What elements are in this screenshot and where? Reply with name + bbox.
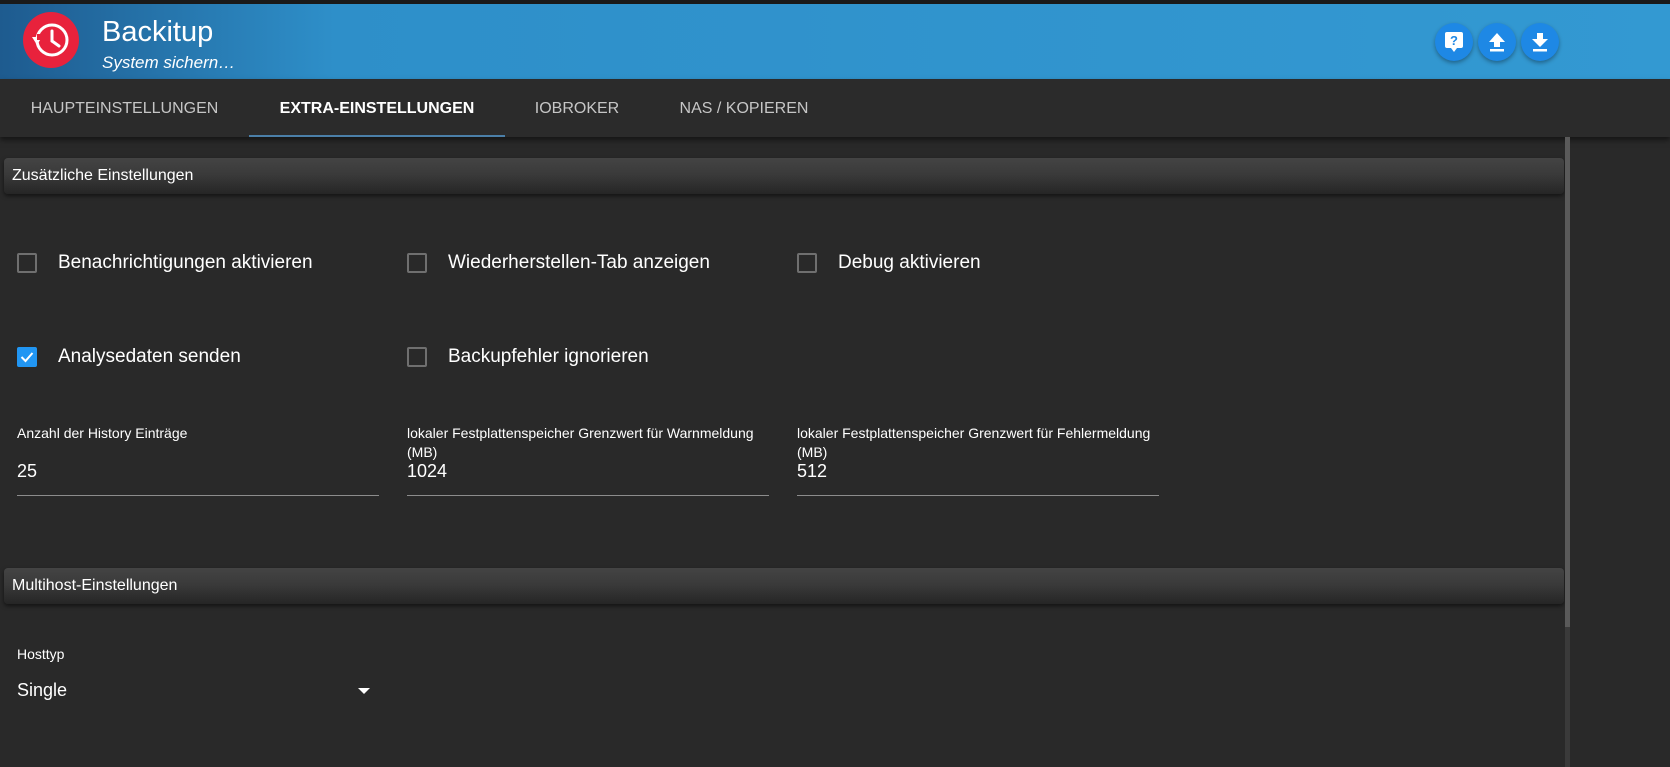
checkmark-icon xyxy=(20,352,34,363)
tab-nas-kopieren[interactable]: NAS / KOPIEREN xyxy=(649,79,839,137)
section-header-extra: Zusätzliche Einstellungen xyxy=(4,158,1564,194)
checkbox-backupfehler[interactable]: Backupfehler ignorieren xyxy=(407,346,649,368)
section-title: Zusätzliche Einstellungen xyxy=(12,167,194,184)
section-header-multihost: Multihost-Einstellungen xyxy=(4,568,1564,604)
checkbox-label: Backupfehler ignorieren xyxy=(448,346,649,367)
checkbox-label: Analysedaten senden xyxy=(58,346,241,367)
history-count-field: Anzahl der History Einträge xyxy=(17,424,379,499)
upload-icon xyxy=(1489,33,1505,52)
hosttype-select[interactable]: Hosttyp Single xyxy=(17,645,379,715)
active-tab-indicator xyxy=(249,135,505,137)
checkbox-debug[interactable]: Debug aktivieren xyxy=(797,252,981,274)
download-icon xyxy=(1532,33,1548,52)
field-underline xyxy=(407,495,769,496)
tab-bar: HAUPTEINSTELLUNGEN EXTRA-EINSTELLUNGEN I… xyxy=(0,79,1670,137)
field-label: Anzahl der History Einträge xyxy=(17,425,188,441)
help-icon: ? xyxy=(1445,32,1463,52)
upload-button[interactable] xyxy=(1478,23,1516,61)
section-title: Multihost-Einstellungen xyxy=(12,577,178,594)
history-count-input[interactable] xyxy=(17,459,379,483)
checkbox-benachrichtigungen[interactable]: Benachrichtigungen aktivieren xyxy=(17,252,313,274)
chevron-down-icon[interactable] xyxy=(358,688,370,694)
backup-restore-icon xyxy=(23,12,79,68)
checkbox-box[interactable] xyxy=(797,253,817,273)
tab-extra-einstellungen[interactable]: EXTRA-EINSTELLUNGEN xyxy=(249,79,505,137)
error-threshold-field: lokaler Festplattenspeicher Grenzwert fü… xyxy=(797,424,1159,499)
hosttype-value[interactable]: Single xyxy=(17,680,67,701)
checkbox-label: Wiederherstellen-Tab anzeigen xyxy=(448,252,710,273)
warning-threshold-input[interactable] xyxy=(407,459,769,483)
help-button[interactable]: ? xyxy=(1435,23,1473,61)
scrollbar-thumb[interactable] xyxy=(1565,137,1570,627)
checkbox-label: Debug aktivieren xyxy=(838,252,981,273)
field-underline xyxy=(797,495,1159,496)
tab-iobroker[interactable]: IOBROKER xyxy=(505,79,649,137)
app-title: Backitup xyxy=(102,16,214,48)
checkbox-label: Benachrichtigungen aktivieren xyxy=(58,252,313,273)
tab-haupteinstellungen[interactable]: HAUPTEINSTELLUNGEN xyxy=(0,79,249,137)
checkbox-analysedaten[interactable]: Analysedaten senden xyxy=(17,346,241,368)
field-label: lokaler Festplattenspeicher Grenzwert fü… xyxy=(407,425,754,460)
checkbox-box[interactable] xyxy=(407,253,427,273)
checkbox-box[interactable] xyxy=(17,347,37,367)
checkbox-box[interactable] xyxy=(17,253,37,273)
download-button[interactable] xyxy=(1521,23,1559,61)
error-threshold-input[interactable] xyxy=(797,459,1159,483)
app-subtitle: System sichern… xyxy=(102,53,236,72)
field-underline xyxy=(17,495,379,496)
warning-threshold-field: lokaler Festplattenspeicher Grenzwert fü… xyxy=(407,424,769,499)
app-header: Backitup System sichern… ? xyxy=(0,4,1670,79)
svg-text:?: ? xyxy=(1450,33,1458,48)
field-label: lokaler Festplattenspeicher Grenzwert fü… xyxy=(797,425,1151,460)
field-label: Hosttyp xyxy=(17,646,65,662)
checkbox-box[interactable] xyxy=(407,347,427,367)
checkbox-wiederherstellen-tab[interactable]: Wiederherstellen-Tab anzeigen xyxy=(407,252,710,274)
